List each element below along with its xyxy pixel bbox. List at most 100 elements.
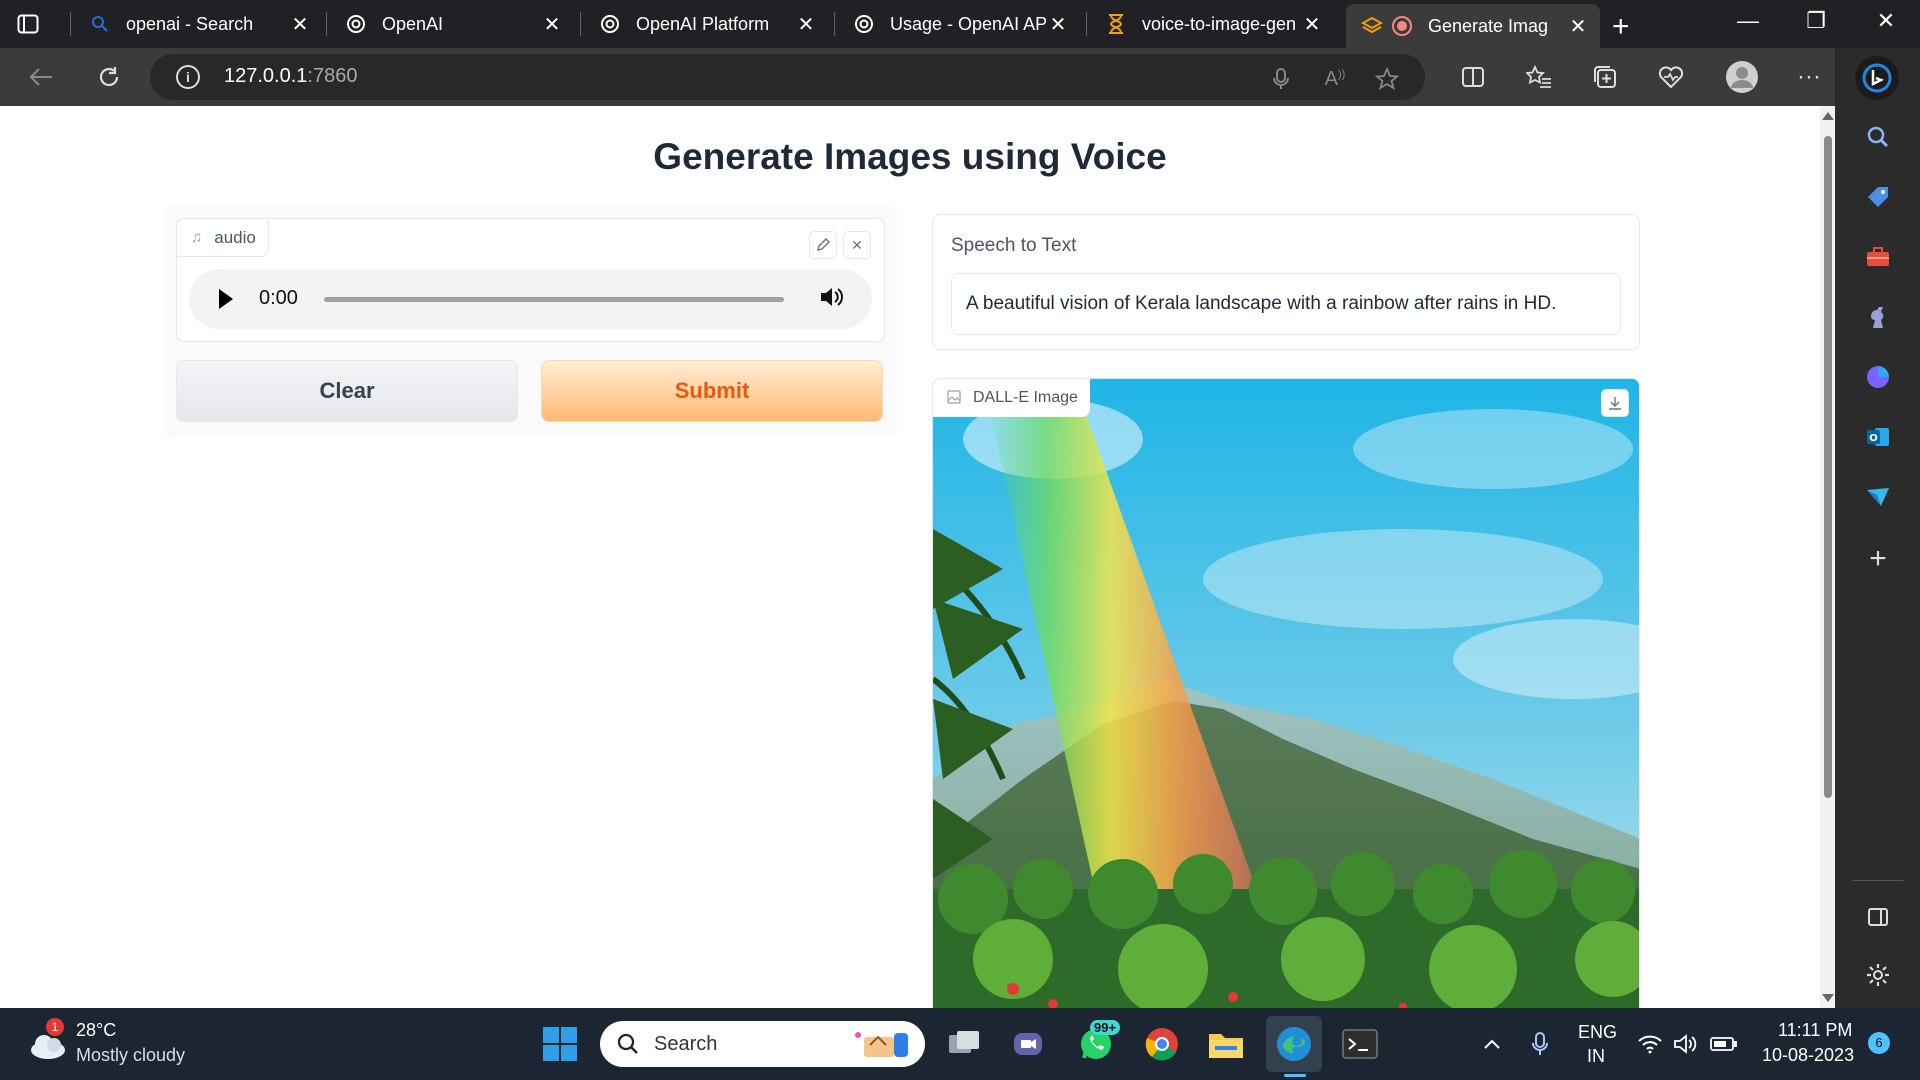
- edge-running-indicator: [1284, 1074, 1306, 1077]
- svg-text:O: O: [1869, 433, 1878, 444]
- tab-openai-search[interactable]: openai - Search ✕: [74, 6, 322, 42]
- gradio-logo-icon: [1360, 14, 1384, 38]
- openai-logo-icon: [344, 12, 368, 36]
- teams-meet-icon[interactable]: [1008, 1024, 1048, 1064]
- download-icon[interactable]: [1601, 389, 1629, 417]
- image-icon: [947, 389, 961, 407]
- page-title: Generate Images using Voice: [653, 136, 1167, 177]
- tools-briefcase-icon[interactable]: [1863, 242, 1893, 272]
- file-explorer-icon[interactable]: [1206, 1024, 1246, 1064]
- tab-openai-platform[interactable]: OpenAI Platform ✕: [584, 6, 828, 42]
- battery-icon[interactable]: [1704, 1024, 1744, 1064]
- notification-count-badge[interactable]: 6: [1868, 1032, 1890, 1054]
- games-icon[interactable]: [1863, 302, 1893, 332]
- hide-sidebar-icon[interactable]: [1863, 902, 1893, 932]
- clock-time[interactable]: 11:11 PM: [1778, 1020, 1852, 1041]
- outlook-icon[interactable]: O: [1863, 422, 1893, 452]
- weather-badge: 1: [46, 1018, 64, 1036]
- close-icon[interactable]: ✕: [1566, 14, 1590, 38]
- speech-to-text-output[interactable]: A beautiful vision of Kerala landscape w…: [951, 273, 1621, 335]
- bing-copilot-icon[interactable]: [1855, 56, 1899, 100]
- taskbar-search-label: Search: [654, 1033, 718, 1055]
- profile-avatar[interactable]: [1724, 59, 1760, 95]
- microsoft-365-icon[interactable]: [1863, 362, 1893, 392]
- tab-separator: [834, 12, 835, 36]
- image-label: DALL-E Image: [933, 379, 1090, 417]
- terminal-icon[interactable]: [1340, 1024, 1380, 1064]
- address-bar[interactable]: i 127.0.0.1:7860 A)): [150, 54, 1425, 100]
- refresh-icon[interactable]: [94, 62, 124, 92]
- search-icon[interactable]: [1863, 122, 1893, 152]
- submit-button[interactable]: Submit: [541, 360, 883, 422]
- chrome-icon[interactable]: [1142, 1024, 1182, 1064]
- url-text[interactable]: 127.0.0.1:7860: [224, 65, 357, 88]
- close-icon[interactable]: ✕: [1300, 12, 1324, 36]
- audio-label: ♫ audio: [177, 219, 269, 257]
- read-aloud-icon[interactable]: A)): [1322, 66, 1348, 92]
- browser-essentials-icon[interactable]: [1656, 62, 1686, 92]
- tab-openai[interactable]: OpenAI ✕: [330, 6, 574, 42]
- volume-speaker-icon[interactable]: [1666, 1024, 1706, 1064]
- close-icon[interactable]: ✕: [288, 12, 312, 36]
- tab-voice-to-image-gen[interactable]: voice-to-image-gen ✕: [1090, 6, 1334, 42]
- openai-logo-icon: [598, 12, 622, 36]
- site-info-icon[interactable]: i: [176, 65, 200, 89]
- audio-component: ♫ audio ✕ 0:00: [176, 218, 885, 342]
- split-screen-icon[interactable]: [1458, 62, 1488, 92]
- clock-date[interactable]: 10-08-2023: [1762, 1045, 1854, 1066]
- favorite-star-icon[interactable]: [1374, 66, 1400, 92]
- add-sidebar-app-icon[interactable]: +: [1863, 542, 1893, 575]
- windows-taskbar: 1 28°C Mostly cloudy Search 99+ ENG IN 1…: [0, 1008, 1920, 1080]
- scroll-down-arrow[interactable]: [1822, 994, 1834, 1002]
- scroll-thumb[interactable]: [1824, 136, 1832, 798]
- language-bottom: IN: [1587, 1046, 1605, 1066]
- more-options-icon[interactable]: ···: [1794, 62, 1824, 92]
- search-icon: [617, 1033, 638, 1054]
- start-windows-icon[interactable]: [540, 1024, 580, 1064]
- minimize-icon[interactable]: —: [1728, 8, 1768, 34]
- volume-icon[interactable]: [819, 285, 845, 316]
- tab-label: OpenAI: [382, 13, 444, 34]
- search-highlight-icon: [855, 1032, 908, 1057]
- url-host: 127.0.0.1: [224, 65, 308, 87]
- close-window-icon[interactable]: ✕: [1866, 8, 1906, 34]
- settings-gear-icon[interactable]: [1863, 960, 1893, 990]
- tab-separator: [1086, 12, 1087, 36]
- close-icon[interactable]: ✕: [540, 12, 564, 36]
- wifi-icon[interactable]: [1630, 1024, 1670, 1064]
- favorites-icon[interactable]: [1524, 62, 1554, 92]
- microphone-icon[interactable]: [1520, 1024, 1560, 1064]
- show-hidden-icons-chevron[interactable]: [1472, 1024, 1512, 1064]
- page-scrollbar[interactable]: [1820, 106, 1835, 1008]
- taskbar-search[interactable]: Search: [600, 1021, 925, 1067]
- tab-label: Generate Imag: [1428, 15, 1549, 36]
- sidebar-divider: [1853, 880, 1903, 881]
- speech-to-text-panel: Speech to Text A beautiful vision of Ker…: [932, 214, 1640, 350]
- edit-pencil-icon[interactable]: [809, 231, 837, 259]
- collections-icon[interactable]: [1590, 62, 1620, 92]
- task-view-icon[interactable]: [944, 1024, 984, 1064]
- whatsapp-badge: 99+: [1090, 1020, 1121, 1035]
- tab-separator: [326, 12, 327, 36]
- clear-button[interactable]: Clear: [176, 360, 518, 422]
- close-icon[interactable]: ✕: [794, 12, 818, 36]
- back-icon[interactable]: [26, 62, 56, 92]
- close-icon[interactable]: ✕: [1046, 12, 1070, 36]
- drop-send-icon[interactable]: [1863, 482, 1893, 512]
- play-icon[interactable]: [219, 289, 233, 309]
- hourglass-icon: [1104, 12, 1128, 36]
- clear-audio-close-icon[interactable]: ✕: [843, 231, 871, 259]
- tab-separator: [70, 12, 71, 36]
- microphone-icon[interactable]: [1268, 66, 1294, 92]
- new-tab-icon[interactable]: +: [1612, 10, 1630, 44]
- dalle-image-panel: DALL-E Image: [932, 378, 1640, 1008]
- workspaces-icon[interactable]: [14, 10, 42, 38]
- audio-seek-bar[interactable]: [324, 297, 784, 302]
- edge-browser-icon[interactable]: [1274, 1024, 1314, 1064]
- edge-sidebar: O +: [1835, 48, 1920, 1008]
- scroll-up-arrow[interactable]: [1822, 112, 1834, 120]
- restore-icon[interactable]: ❐: [1796, 8, 1836, 34]
- tab-usage-openai-api[interactable]: Usage - OpenAI API ✕: [838, 6, 1080, 42]
- tab-generate-images[interactable]: Generate Imag ✕: [1346, 4, 1600, 48]
- shopping-tag-icon[interactable]: [1863, 182, 1893, 212]
